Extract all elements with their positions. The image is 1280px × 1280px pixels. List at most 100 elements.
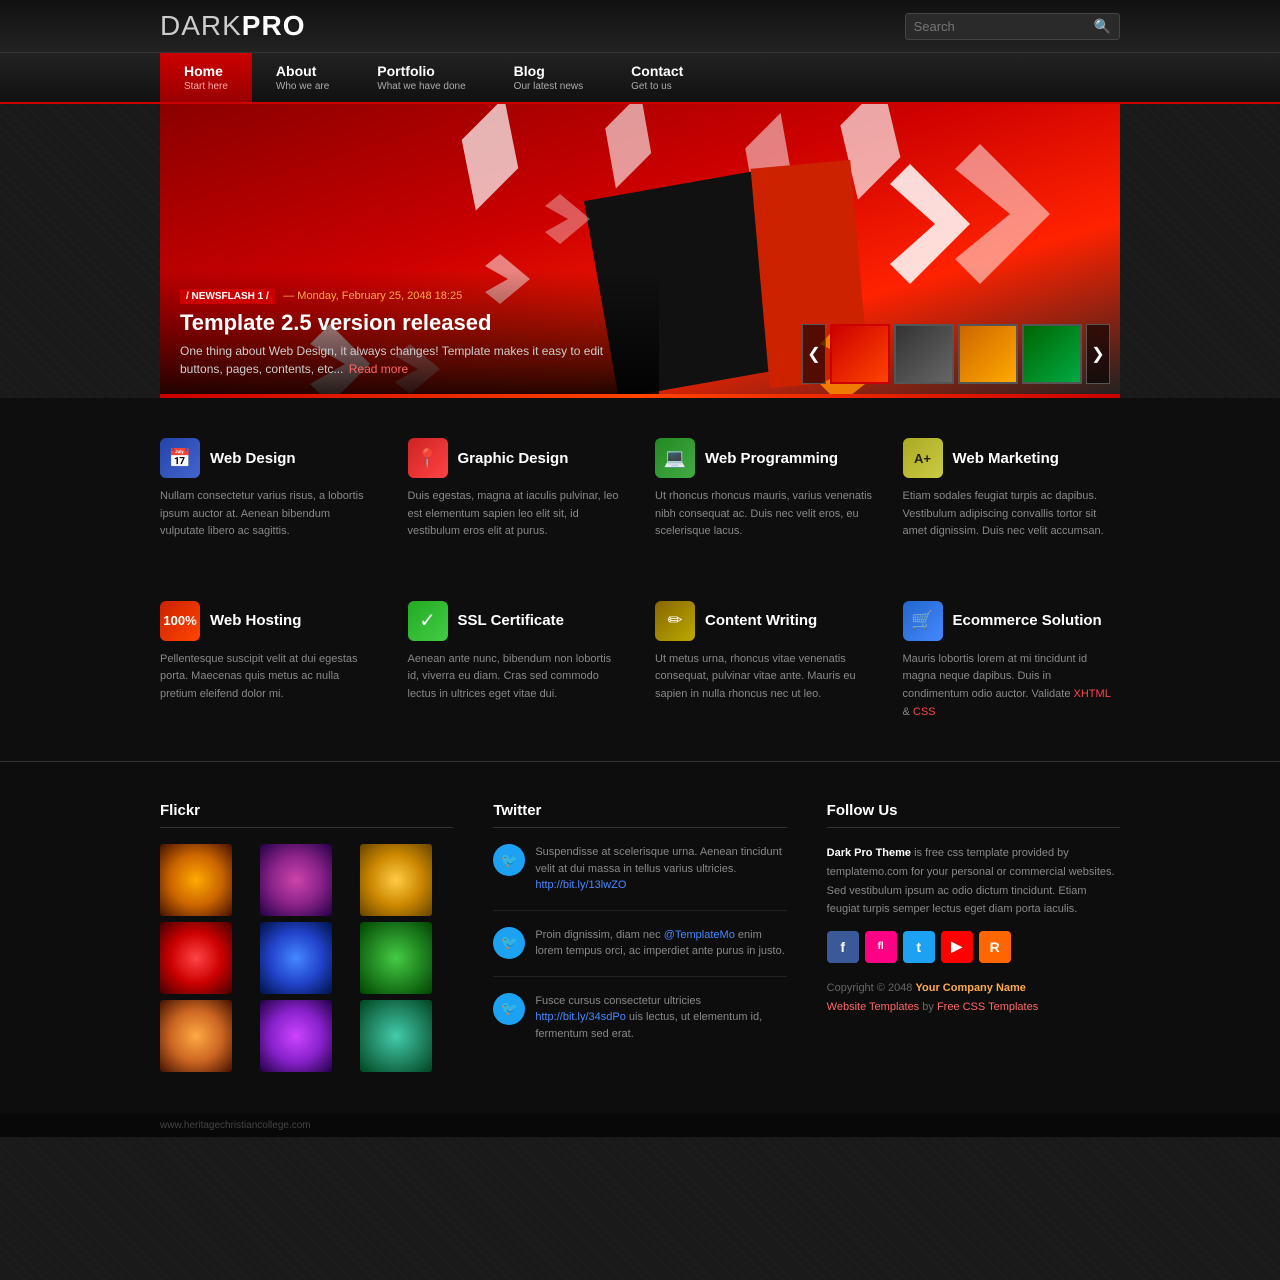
- slider-thumb-2[interactable]: [894, 324, 954, 384]
- nav-sub-about: Who we are: [276, 81, 329, 92]
- flickr-thumb-5[interactable]: [260, 922, 332, 994]
- feature-desc-web-marketing: Etiam sodales feugiat turpis ac dapibus.…: [903, 488, 1121, 541]
- nav-label-blog: Blog: [514, 63, 583, 79]
- copyright: Copyright © 2048 Your Company Name Websi…: [827, 979, 1120, 1016]
- nav-label-portfolio: Portfolio: [377, 63, 465, 79]
- nav-item-portfolio[interactable]: Portfolio What we have done: [353, 53, 489, 102]
- follow-desc: Dark Pro Theme is free css template prov…: [827, 844, 1120, 919]
- hero-title: Template 2.5 version released: [180, 310, 639, 336]
- nav-label-about: About: [276, 63, 329, 79]
- feature-icon-ssl: ✓: [408, 601, 448, 641]
- flickr-thumb-6[interactable]: [360, 922, 432, 994]
- features-grid: 📅 Web Design Nullam consectetur varius r…: [160, 438, 1120, 721]
- nav-item-blog[interactable]: Blog Our latest news: [490, 53, 607, 102]
- tweet-1-text: Suspendisse at scelerisque urna. Aenean …: [535, 844, 786, 894]
- twitter-icon[interactable]: t: [903, 931, 935, 963]
- facebook-icon[interactable]: f: [827, 931, 859, 963]
- search-button[interactable]: 🔍: [1094, 18, 1111, 35]
- youtube-icon[interactable]: ▶: [941, 931, 973, 963]
- nav-item-contact[interactable]: Contact Get to us: [607, 53, 707, 102]
- twitter-bird-1: 🐦: [493, 844, 525, 876]
- feature-title-web-marketing: Web Marketing: [953, 450, 1059, 467]
- feature-graphic-design: 📍 Graphic Design Duis egestas, magna at …: [408, 438, 626, 541]
- logo-bold: PRO: [242, 10, 306, 41]
- flickr-thumb-7[interactable]: [160, 1000, 232, 1072]
- twitter-title: Twitter: [493, 802, 786, 828]
- nav-item-about[interactable]: About Who we are: [252, 53, 353, 102]
- search-input[interactable]: [914, 19, 1094, 34]
- feature-icon-content-writing: ✏: [655, 601, 695, 641]
- feature-icon-web-design: 📅: [160, 438, 200, 478]
- feature-icon-graphic-design: 📍: [408, 438, 448, 478]
- slider-thumb-4[interactable]: [1022, 324, 1082, 384]
- follow-title: Follow Us: [827, 802, 1120, 828]
- feature-desc-graphic-design: Duis egestas, magna at iaculis pulvinar,…: [408, 488, 626, 541]
- search-box[interactable]: 🔍: [905, 13, 1120, 40]
- slider-prev[interactable]: ❮: [802, 324, 826, 384]
- social-icons: f fl t ▶ R: [827, 931, 1120, 963]
- slider-next[interactable]: ❯: [1086, 324, 1110, 384]
- tweet-3-text: Fusce cursus consectetur ultricies http:…: [535, 993, 786, 1043]
- css-link[interactable]: CSS: [913, 706, 936, 718]
- tweet-2-mention[interactable]: @TemplateMo: [664, 929, 735, 941]
- feature-desc-ssl: Aenean ante nunc, bibendum non lobortis …: [408, 651, 626, 704]
- nav-sub-home: Start here: [184, 81, 228, 92]
- footer-flickr: Flickr: [160, 802, 453, 1074]
- feature-web-hosting: 100% Web Hosting Pellentesque suscipit v…: [160, 601, 378, 721]
- feature-title-content-writing: Content Writing: [705, 612, 817, 629]
- flickr-thumb-2[interactable]: [260, 844, 332, 916]
- xhtml-link[interactable]: XHTML: [1074, 688, 1111, 700]
- hero-read-more[interactable]: Read more: [349, 362, 408, 376]
- feature-desc-web-programming: Ut rhoncus rhoncus mauris, varius venena…: [655, 488, 873, 541]
- hero-desc: One thing about Web Design, it always ch…: [180, 342, 639, 378]
- nav-item-home[interactable]: Home Start here: [160, 53, 252, 102]
- feature-web-marketing: A+ Web Marketing Etiam sodales feugiat t…: [903, 438, 1121, 541]
- bottom-url: www.heritagechristiancollege.com: [160, 1120, 311, 1131]
- feature-content-writing: ✏ Content Writing Ut metus urna, rhoncus…: [655, 601, 873, 721]
- twitter-bird-2: 🐦: [493, 927, 525, 959]
- feature-ssl: ✓ SSL Certificate Aenean ante nunc, bibe…: [408, 601, 626, 721]
- bottom-bar: www.heritagechristiancollege.com: [0, 1114, 1280, 1137]
- feature-web-programming: 💻 Web Programming Ut rhoncus rhoncus mau…: [655, 438, 873, 541]
- flickr-icon[interactable]: fl: [865, 931, 897, 963]
- tweet-1: 🐦 Suspendisse at scelerisque urna. Aenea…: [493, 844, 786, 911]
- nav-sub-portfolio: What we have done: [377, 81, 465, 92]
- main-nav: Home Start here About Who we are Portfol…: [0, 53, 1280, 104]
- nav-sub-blog: Our latest news: [514, 81, 583, 92]
- flickr-thumb-4[interactable]: [160, 922, 232, 994]
- feature-web-design: 📅 Web Design Nullam consectetur varius r…: [160, 438, 378, 541]
- rss-icon[interactable]: R: [979, 931, 1011, 963]
- tweet-2-text: Proin dignissim, diam nec @TemplateMo en…: [535, 927, 786, 960]
- feature-ecommerce: 🛒 Ecommerce Solution Mauris lobortis lor…: [903, 601, 1121, 721]
- flickr-thumb-8[interactable]: [260, 1000, 332, 1072]
- feature-desc-web-design: Nullam consectetur varius risus, a lobor…: [160, 488, 378, 541]
- footer-grid: Flickr Twitter 🐦 Suspendisse at sceleris…: [160, 802, 1120, 1074]
- flickr-thumb-1[interactable]: [160, 844, 232, 916]
- flickr-thumb-9[interactable]: [360, 1000, 432, 1072]
- feature-icon-web-marketing: A+: [903, 438, 943, 478]
- feature-title-graphic-design: Graphic Design: [458, 450, 569, 467]
- slider-thumb-3[interactable]: [958, 324, 1018, 384]
- hero-date: — Monday, February 25, 2048 18:25: [283, 290, 462, 302]
- footer-follow: Follow Us Dark Pro Theme is free css tem…: [827, 802, 1120, 1074]
- feature-title-web-design: Web Design: [210, 450, 296, 467]
- follow-brand: Dark Pro Theme: [827, 847, 911, 859]
- nav-sub-contact: Get to us: [631, 81, 683, 92]
- tweet-3-link[interactable]: http://bit.ly/34sdPo: [535, 1011, 626, 1023]
- hero-newsflash-line: / NEWSFLASH 1 / — Monday, February 25, 2…: [180, 286, 639, 304]
- footer: Flickr Twitter 🐦 Suspendisse at sceleris…: [0, 761, 1280, 1114]
- tweet-3: 🐦 Fusce cursus consectetur ultricies htt…: [493, 993, 786, 1059]
- slider-thumb-1[interactable]: [830, 324, 890, 384]
- website-templates-link[interactable]: Website Templates: [827, 1001, 920, 1013]
- flickr-grid: [160, 844, 453, 1072]
- flickr-title: Flickr: [160, 802, 453, 828]
- hero-badge: / NEWSFLASH 1 /: [180, 289, 275, 304]
- feature-icon-web-hosting: 100%: [160, 601, 200, 641]
- flickr-thumb-3[interactable]: [360, 844, 432, 916]
- tweet-1-link[interactable]: http://bit.ly/13lwZO: [535, 879, 626, 891]
- features-section: 📅 Web Design Nullam consectetur varius r…: [0, 398, 1280, 761]
- nav-label-contact: Contact: [631, 63, 683, 79]
- free-css-link[interactable]: Free CSS Templates: [937, 1001, 1038, 1013]
- feature-title-ecommerce: Ecommerce Solution: [953, 612, 1102, 629]
- hero-slider: / NEWSFLASH 1 / — Monday, February 25, 2…: [160, 104, 1120, 394]
